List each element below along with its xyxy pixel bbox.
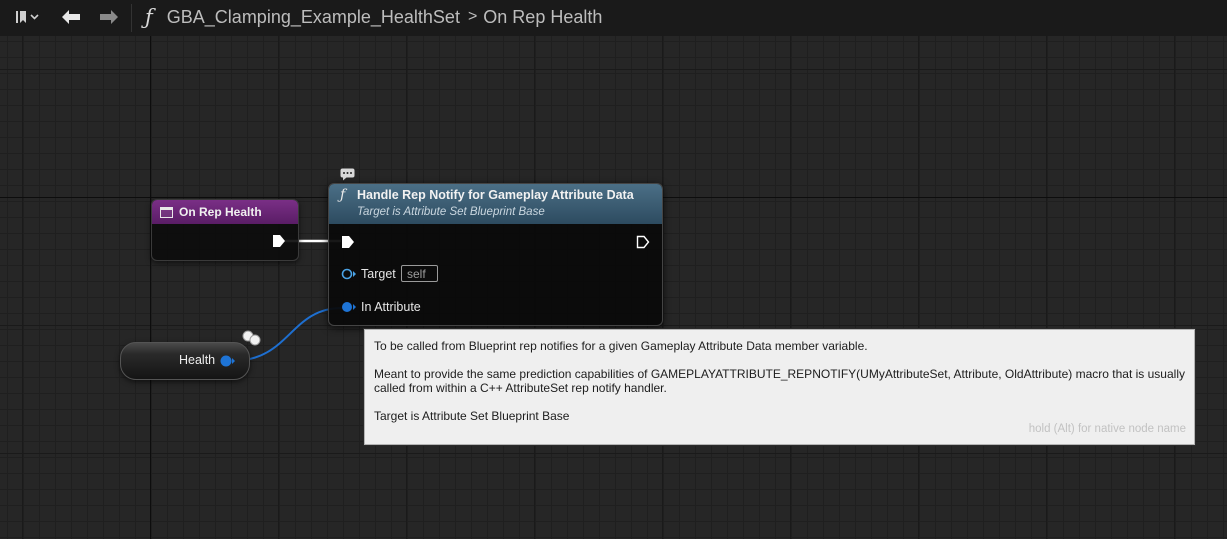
function-node-header: ƒ Handle Rep Notify for Gameplay Attribu…	[329, 184, 662, 224]
function-icon: ƒ	[340, 187, 346, 203]
function-node-handle-rep-notify[interactable]: ƒ Handle Rep Notify for Gameplay Attribu…	[328, 183, 663, 326]
in-attribute-pin-label: In Attribute	[361, 300, 421, 314]
variable-node-label: Health	[179, 353, 216, 367]
tooltip-description: To be called from Blueprint rep notifies…	[374, 339, 868, 353]
event-node-on-rep-health[interactable]: On Rep Health	[151, 199, 299, 261]
tooltip-hint: hold (Alt) for native node name	[1028, 423, 1186, 435]
event-node-title: On Rep Health	[179, 205, 262, 219]
exec-out-pin[interactable]	[272, 234, 286, 248]
node-tooltip: To be called from Blueprint rep notifies…	[364, 329, 1195, 445]
health-output-pin[interactable]	[219, 354, 235, 368]
exec-in-pin[interactable]	[341, 235, 355, 249]
comment-bubble-icon[interactable]	[340, 168, 355, 181]
target-pin-label: Target	[361, 267, 396, 281]
target-default-value[interactable]: self	[401, 265, 438, 282]
tooltip-details: Meant to provide the same prediction cap…	[374, 367, 1185, 395]
variable-node-health[interactable]: Health	[120, 342, 250, 380]
event-node-header: On Rep Health	[152, 200, 298, 224]
in-attribute-pin[interactable]	[341, 301, 357, 313]
event-icon	[160, 206, 173, 218]
function-node-subtitle: Target is Attribute Set Blueprint Base	[357, 206, 545, 218]
function-node-title: Handle Rep Notify for Gameplay Attribute…	[357, 188, 634, 202]
target-pin[interactable]	[341, 268, 357, 280]
tooltip-target: Target is Attribute Set Blueprint Base	[374, 409, 570, 423]
blueprint-editor: ƒ GBA_Clamping_Example_HealthSet > On Re…	[0, 0, 1227, 539]
exec-out-pin[interactable]	[636, 235, 650, 249]
replicated-variable-icon	[242, 330, 261, 346]
